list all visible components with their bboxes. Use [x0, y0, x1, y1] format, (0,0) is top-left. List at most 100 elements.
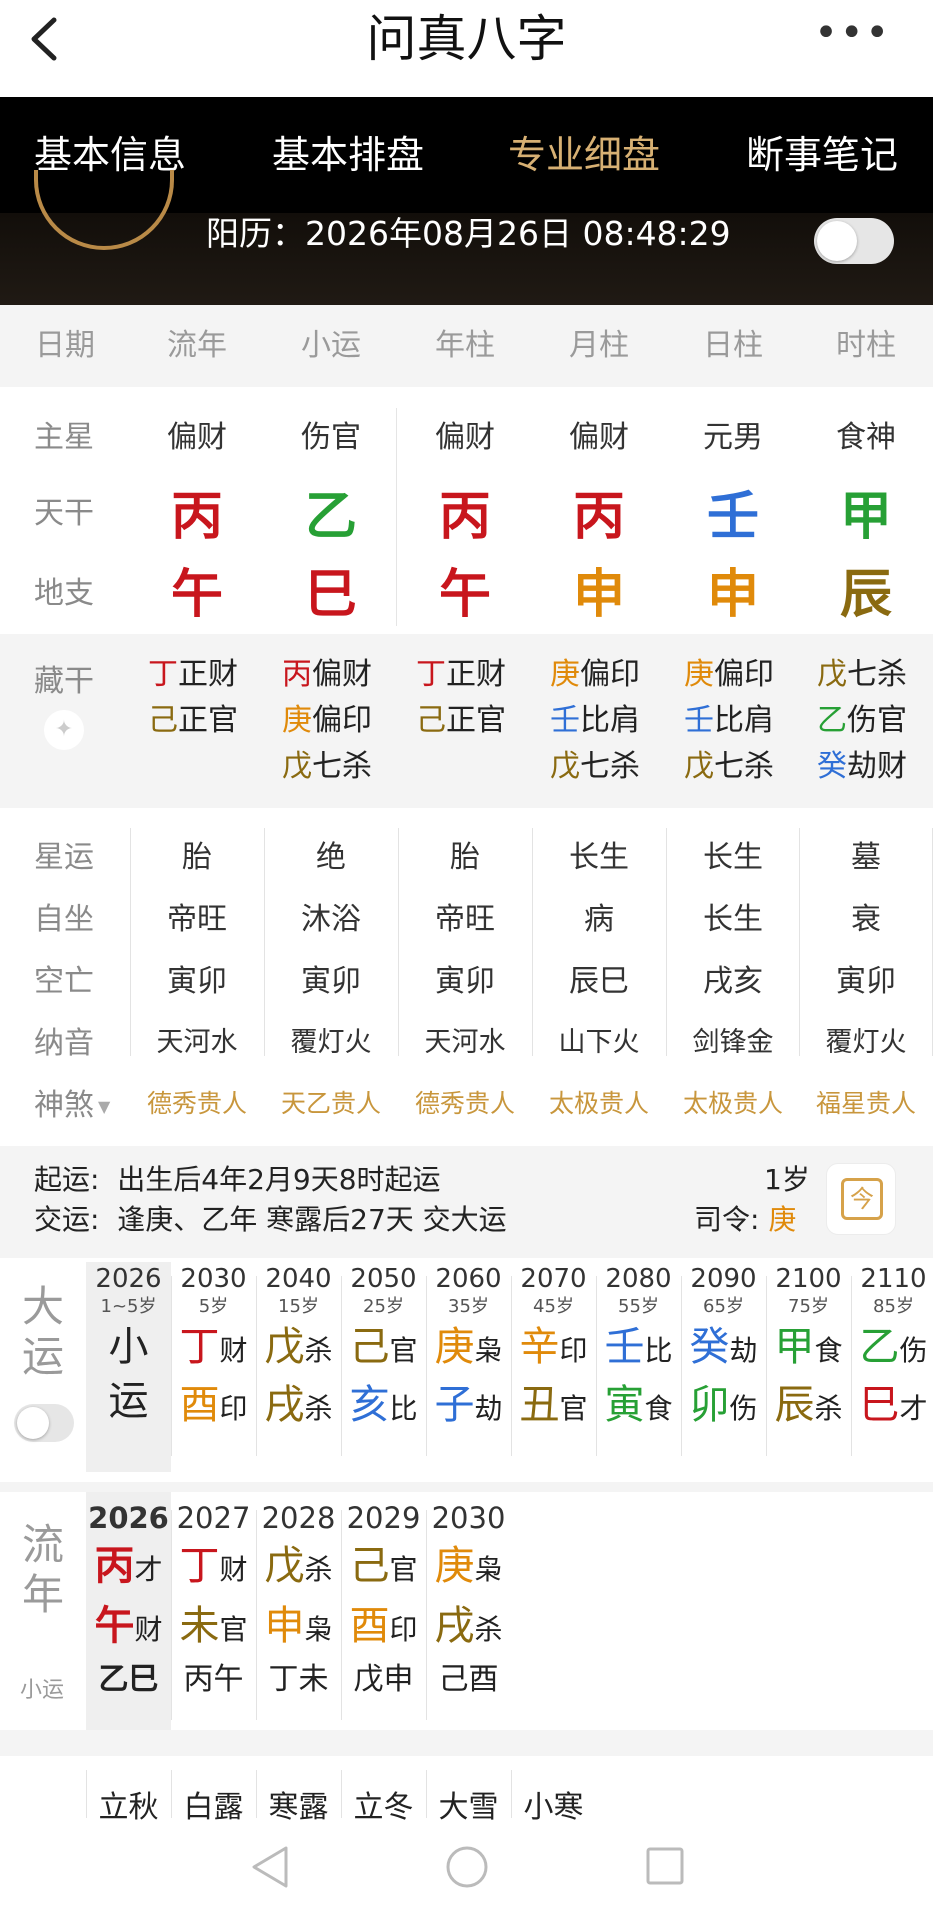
dayun-age: 25岁: [363, 1296, 404, 1317]
dayun-stem-god: 食: [814, 1334, 843, 1367]
hidden-stem-item: 庚偏印: [684, 652, 774, 698]
liunian-stem-row: 丙才: [86, 1538, 171, 1598]
shensha-cell[interactable]: 德秀贵人: [130, 1084, 264, 1120]
column-divider: [171, 1510, 172, 1720]
dayun-stem: 壬: [604, 1324, 645, 1370]
liunian-branch-row: 申枭: [256, 1598, 341, 1658]
dayun-stem-row: 甲食: [766, 1320, 851, 1378]
liunian-stem-god: 官: [389, 1553, 418, 1586]
label-star-luck: 星运: [34, 840, 94, 875]
dayun-column[interactable]: 2040 15岁 戊杀 戌杀: [256, 1262, 341, 1472]
stem-cell: 丙: [438, 487, 491, 547]
dayun-stem-god: 劫: [729, 1334, 758, 1367]
dayun-stem-row: 庚枭: [426, 1320, 511, 1378]
col-hour-pillar: 时柱: [836, 328, 896, 363]
dayun-age: 1~5岁: [100, 1296, 157, 1317]
shensha-cell[interactable]: 福星贵人: [799, 1084, 933, 1120]
liunian-stem: 己: [349, 1543, 390, 1589]
dayun-toggle[interactable]: [14, 1404, 74, 1442]
jiaoyun-value: 逢庚、乙年 寒露后27天 交大运: [117, 1203, 507, 1236]
liunian-column[interactable]: 2029 己官 酉印 戊申: [341, 1498, 426, 1730]
calendar-icon: 今: [841, 1178, 883, 1220]
hidden-stem-item: 丁正财: [148, 652, 238, 698]
liunian-stem-row: 己官: [341, 1538, 426, 1598]
dayun-year: 2050: [350, 1264, 417, 1294]
hidden-stem-god: 伤官: [847, 703, 907, 738]
nav-recents-icon[interactable]: [642, 1842, 688, 1896]
dayun-stem: 辛: [519, 1324, 560, 1370]
pin-icon[interactable]: ✦: [44, 710, 84, 750]
label-shensha[interactable]: 神煞 ▼: [34, 1080, 110, 1124]
shensha-cell[interactable]: 太极贵人: [532, 1084, 666, 1120]
hidden-stem-god: 偏印: [312, 703, 372, 738]
hidden-stem-god: 正财: [446, 657, 506, 692]
dayun-column[interactable]: 2070 45岁 辛印 丑官: [511, 1262, 596, 1472]
liunian-stem-row: 丁财: [171, 1538, 256, 1598]
dayun-branch-god: 才: [899, 1392, 928, 1425]
dayun-stem-row: 丁财: [171, 1320, 256, 1378]
hidden-stem-item: 庚偏印: [550, 652, 640, 698]
void-cell: 寅卯: [167, 964, 227, 999]
dayun-column[interactable]: 2026 1~5岁小运: [86, 1262, 171, 1472]
dayun-year: 2040: [265, 1264, 332, 1294]
dayun-branch-god: 杀: [304, 1392, 333, 1425]
hidden-stem-char: 丁: [148, 657, 178, 692]
dayun-year: 2110: [860, 1264, 927, 1294]
stem-cell: 丙: [170, 487, 223, 547]
dayun-column[interactable]: 2090 65岁 癸劫 卯伤: [681, 1262, 766, 1472]
hidden-stem-char: 壬: [684, 703, 714, 738]
liunian-column[interactable]: 2026 丙才 午财 乙巳: [86, 1498, 171, 1730]
more-options-icon[interactable]: •••: [814, 10, 891, 56]
dayun-branch-row: 子劫: [426, 1378, 511, 1436]
dayun-branch-god: 劫: [474, 1392, 503, 1425]
tab-pro-detail[interactable]: 专业细盘: [508, 97, 660, 213]
dayun-column[interactable]: 2030 5岁 丁财 酉印: [171, 1262, 256, 1472]
liunian-branch-god: 财: [134, 1613, 163, 1646]
header-toggle[interactable]: [814, 218, 894, 264]
dayun-column[interactable]: 2100 75岁 甲食 辰杀: [766, 1262, 851, 1472]
dayun-column[interactable]: 2060 35岁 庚枭 子劫: [426, 1262, 511, 1472]
nayin-cell: 天河水: [424, 1027, 506, 1058]
dayun-age: 85岁: [873, 1296, 914, 1317]
nayin-cell: 覆灯火: [825, 1027, 907, 1058]
void-cell: 寅卯: [836, 964, 896, 999]
shensha-cell[interactable]: 太极贵人: [666, 1084, 800, 1120]
dayun-stem-row: 癸劫: [681, 1320, 766, 1378]
liunian-column[interactable]: 2028 戊杀 申枭 丁未: [256, 1498, 341, 1730]
dayun-column[interactable]: 2050 25岁 己官 亥比: [341, 1262, 426, 1472]
column-divider: [596, 1276, 597, 1456]
nav-home-icon[interactable]: [444, 1842, 490, 1896]
hidden-stem-god: 七杀: [714, 749, 774, 784]
dayun-column[interactable]: 2110 85岁 乙伤 巳才: [851, 1262, 933, 1472]
tab-basic-chart[interactable]: 基本排盘: [272, 97, 424, 213]
dayun-branch-row: 巳才: [851, 1378, 933, 1436]
label-nayin: 纳音: [34, 1026, 94, 1061]
shensha-cell[interactable]: 德秀贵人: [398, 1084, 532, 1120]
liunian-branch-god: 枭: [304, 1613, 333, 1646]
liunian-column[interactable]: 2027 丁财 未官 丙午: [171, 1498, 256, 1730]
dayun-column[interactable]: 2080 55岁 壬比 寅食: [596, 1262, 681, 1472]
column-divider: [511, 1276, 512, 1456]
section-separator: [0, 1730, 933, 1756]
hidden-stem-god: 七杀: [847, 657, 907, 692]
liunian-stem-row: 戊杀: [256, 1538, 341, 1598]
liunian-branch: 申: [264, 1603, 305, 1649]
page-title: 问真八字: [366, 10, 567, 68]
nav-back-icon[interactable]: [248, 1842, 292, 1896]
dayun-branch: 巳: [859, 1382, 900, 1428]
hidden-stem-char: 丁: [416, 657, 446, 692]
calendar-button[interactable]: 今: [826, 1163, 896, 1235]
hidden-stem-item: 戊七杀: [282, 744, 372, 790]
liunian-column[interactable]: 2030 庚枭 戌杀 己酉: [426, 1498, 511, 1730]
system-nav-bar: [0, 1820, 933, 1915]
qiyun-age: 1岁: [764, 1163, 810, 1196]
dayun-branch-row: 亥比: [341, 1378, 426, 1436]
tab-notes[interactable]: 断事笔记: [746, 97, 898, 213]
liunian-xiaoyun: 戊申: [353, 1662, 414, 1697]
qiyun-text: 起运: 出生后4年2月9天8时起运 交运: 逢庚、乙年 寒露后27天 交大运: [34, 1160, 507, 1240]
shensha-cell[interactable]: 天乙贵人: [264, 1084, 398, 1120]
top-bar: 问真八字 •••: [0, 0, 933, 97]
hidden-stem-item: 戊七杀: [817, 652, 907, 698]
liunian-branch: 午: [94, 1603, 135, 1649]
dayun-age: 45岁: [533, 1296, 574, 1317]
